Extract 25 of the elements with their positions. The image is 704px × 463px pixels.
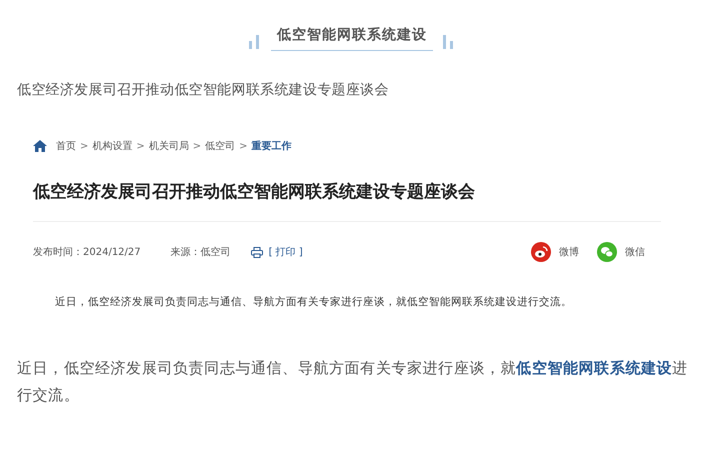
summary-paragraph: 近日，低空经济发展司负责同志与通信、导航方面有关专家进行座谈，就低空智能网联系统建设进行交流。 [17,358,688,406]
breadcrumb-separator: > [136,140,145,152]
section-title: 低空智能网联系统建设 [271,26,433,51]
publish-date: 发布时间：2024/12/27 [33,246,141,259]
breadcrumb-link[interactable]: 机关司局 [148,139,189,153]
article-title: 低空经济发展司召开推动低空智能网联系统建设专题座谈会 [33,181,476,203]
breadcrumb-separator: > [239,140,248,152]
breadcrumb-separator: > [192,140,202,152]
breadcrumb-separator: > [80,140,88,152]
breadcrumb-link[interactable]: 重要工作 [252,139,292,153]
printer-icon[interactable] [250,246,263,258]
source-label: 来源：低空司 [170,246,231,259]
share-link[interactable]: 微信 [625,245,645,259]
article-paragraph: 近日，低空经济发展司负责同志与通信、导航方面有关专家进行座谈，就低空智能网联系统建设进行交流。 [55,295,573,309]
bars-icon [249,35,261,49]
breadcrumb-link[interactable]: 机构设置 [92,139,132,153]
share-link[interactable]: 微博 [559,245,579,259]
wechat-icon[interactable] [597,242,617,262]
print-link[interactable]: [ 打印 ] [268,245,303,259]
breadcrumb-link[interactable]: 低空司 [205,139,236,153]
breadcrumb-link[interactable]: 首页 [56,139,76,153]
bars-icon [443,35,455,49]
article-headline: 低空经济发展司召开推动低空智能网联系统建设专题座谈会 [17,81,390,99]
weibo-icon[interactable] [531,242,551,262]
home-icon[interactable] [33,140,47,152]
